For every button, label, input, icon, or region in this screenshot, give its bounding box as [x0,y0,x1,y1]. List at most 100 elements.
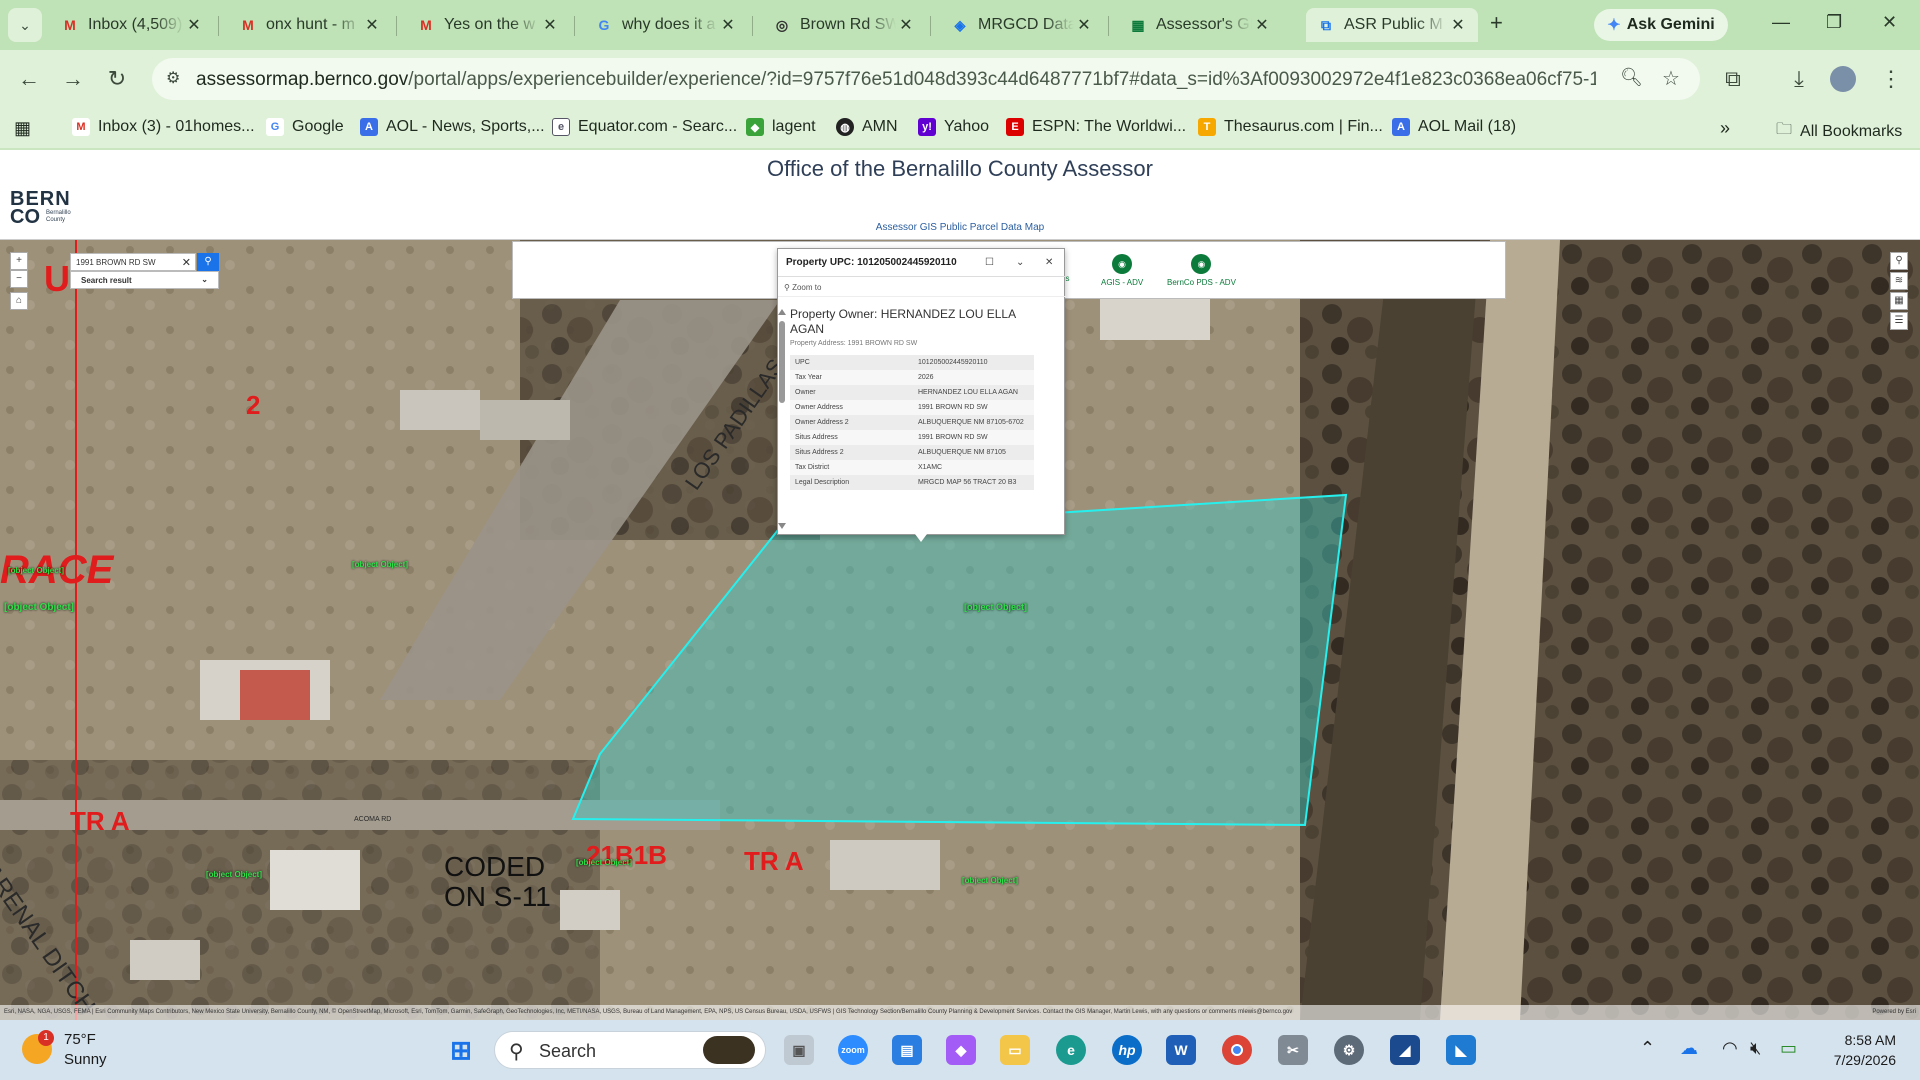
app-icon[interactable]: ◢ [1390,1035,1420,1065]
arcgis-icon: ⧉ [1321,16,1331,33]
collapse-icon[interactable]: ⌄ [1016,257,1024,268]
zoom-icon[interactable]: 🔍︎ [1620,67,1643,88]
copilot-icon[interactable]: ◆ [946,1035,976,1065]
taskbar-search[interactable]: ⚲ Search [494,1031,766,1069]
zoom-out-button[interactable]: − [10,270,28,288]
bookmark-item[interactable]: ◍ AMN [836,118,898,136]
close-tab-icon[interactable]: ✕ [540,15,560,35]
address-bar[interactable]: ⚙ assessormap.bernco.gov/portal/apps/exp… [152,58,1700,100]
clear-search-icon[interactable]: ✕ [182,256,191,269]
search-highlight-icon [703,1036,755,1064]
browser-tab[interactable]: M Inbox (4,509) ✕ [50,8,214,42]
map-attribution: Esri, NASA, NGA, USGS, FEMA | Esri Commu… [0,1005,1920,1020]
close-window-button[interactable]: ✕ [1882,12,1897,33]
forward-button[interactable]: → [56,62,90,96]
close-tab-icon[interactable]: ✕ [1252,15,1272,35]
dock-icon[interactable]: ☐ [985,257,994,268]
folder-icon: 🗀 [1776,121,1793,138]
bookmark-item[interactable]: T Thesaurus.com | Fin... [1198,118,1383,136]
more-bookmarks-icon[interactable]: » [1720,118,1730,139]
task-view-icon[interactable]: ▣ [784,1035,814,1065]
search-button[interactable]: ⚲ [197,253,219,271]
profile-avatar[interactable] [1826,62,1860,96]
search-input[interactable]: 1991 BROWN RD SW ✕ [70,253,196,271]
minimize-button[interactable]: — [1772,12,1790,33]
bookmark-item[interactable]: E ESPN: The Worldwi... [1006,118,1186,136]
site-info-icon[interactable]: ⚙ [166,68,180,88]
show-hidden-icons[interactable]: ⌃ [1640,1038,1655,1059]
parcel-label: [object Object] [8,566,65,575]
search-result-dropdown[interactable]: Search result ⌄ [70,271,219,289]
table-row: Owner HERNANDEZ LOU ELLA AGAN [790,385,1034,400]
legend-button[interactable]: ☰ [1890,312,1908,330]
store-icon[interactable]: ▤ [892,1035,922,1065]
zoom-in-button[interactable]: + [10,252,28,270]
browser-tab[interactable]: ◎ Brown Rd SW ✕ [762,8,926,42]
basemap-button[interactable]: ▦ [1890,292,1908,310]
download-icon[interactable]: ⤓ [1782,62,1816,96]
start-button[interactable]: ⊞ [446,1035,476,1065]
agis-widget-button[interactable]: ◉ AGIS - ADV [1101,254,1143,287]
url-text[interactable]: assessormap.bernco.gov/portal/apps/exper… [196,69,1596,91]
system-clock[interactable]: 8:58 AM 7/29/2026 [1834,1030,1896,1070]
browser-tab[interactable]: M onx hunt - m ✕ [228,8,392,42]
browser-tab[interactable]: G why does it a ✕ [584,8,748,42]
zoom-app-icon[interactable]: zoom [838,1035,868,1065]
bernco-pds-widget-button[interactable]: ◉ BernCo PDS - ADV [1167,254,1236,287]
menu-icon[interactable]: ⋮ [1874,62,1908,96]
all-bookmarks-button[interactable]: 🗀 All Bookmarks [1776,118,1902,145]
browser-tab[interactable]: ▦ Assessor's GI ✕ [1118,8,1282,42]
close-tab-icon[interactable]: ✕ [718,15,738,35]
word-icon[interactable]: W [1166,1035,1196,1065]
battery-icon[interactable]: ▭ [1780,1038,1797,1059]
search-tool-button[interactable]: ⚲ [1890,252,1908,270]
restore-button[interactable]: ❐ [1826,12,1842,33]
hp-icon[interactable]: hp [1112,1035,1142,1065]
bookmark-item[interactable]: y! Yahoo [918,118,989,136]
leaf-icon: ◆ [746,118,764,136]
bookmark-item[interactable]: ◆ lagent [746,118,816,136]
close-tab-icon[interactable]: ✕ [896,15,916,35]
close-tab-icon[interactable]: ✕ [362,15,382,35]
speaker-muted-icon[interactable]: 🔇︎ [1750,1038,1761,1059]
gmail-icon: M [72,118,90,136]
close-tab-icon[interactable]: ✕ [1074,15,1094,35]
bookmark-item[interactable]: G Google [266,118,344,136]
close-icon[interactable]: ✕ [1045,257,1053,268]
tab-search-button[interactable]: ⌄ [8,8,42,42]
settings-icon[interactable]: ⚙ [1334,1035,1364,1065]
edge-icon[interactable]: e [1056,1035,1086,1065]
extensions-icon[interactable]: ⧉ [1716,62,1750,96]
app-icon[interactable]: ◣ [1446,1035,1476,1065]
bookmark-item[interactable]: M Inbox (3) - 01homes... [72,118,255,136]
snipping-tool-icon[interactable]: ✂ [1278,1035,1308,1065]
browser-tab[interactable]: ◈ MRGCD Data ✕ [940,8,1104,42]
zoom-to-button[interactable]: ⚲ Zoom to [778,277,1066,297]
close-tab-icon[interactable]: ✕ [1448,15,1468,35]
bookmark-star-icon[interactable]: ☆ [1662,66,1680,91]
apps-icon[interactable]: ▦ [14,118,31,139]
browser-tab[interactable]: M Yes on the w ✕ [406,8,570,42]
reload-button[interactable]: ↻ [100,62,134,96]
chrome-icon[interactable] [1222,1035,1252,1065]
bookmark-item[interactable]: A AOL - News, Sports,... [360,118,545,136]
ask-gemini-button[interactable]: ✦ Ask Gemini [1594,9,1728,41]
wifi-icon[interactable]: ◠ [1722,1038,1738,1059]
popup-scrollbar[interactable] [778,309,786,529]
home-button[interactable]: ⌂ [10,292,28,310]
browser-tab-active[interactable]: ⧉ ASR Public M ✕ [1306,8,1478,42]
property-address: Property Address: 1991 BROWN RD SW [790,340,918,347]
close-tab-icon[interactable]: ✕ [184,15,204,35]
onedrive-icon[interactable]: ☁ [1680,1038,1698,1059]
back-button[interactable]: ← [12,62,46,96]
bookmark-item[interactable]: e Equator.com - Searc... [552,118,737,136]
map-view[interactable]: U 2 RACE TR A 21B1B TR A CODED ON S-11 [… [0,240,1920,1020]
bookmark-item[interactable]: A AOL Mail (18) [1392,118,1516,136]
aol-icon: A [360,118,378,136]
zoom-icon: ⚲ [784,283,790,292]
gemini-icon: ✦ [1607,17,1621,34]
new-tab-button[interactable]: + [1490,10,1503,36]
layers-button[interactable]: ≋ [1890,272,1908,290]
search-icon: ⚲ [204,256,212,267]
file-explorer-icon[interactable]: ▭ [1000,1035,1030,1065]
